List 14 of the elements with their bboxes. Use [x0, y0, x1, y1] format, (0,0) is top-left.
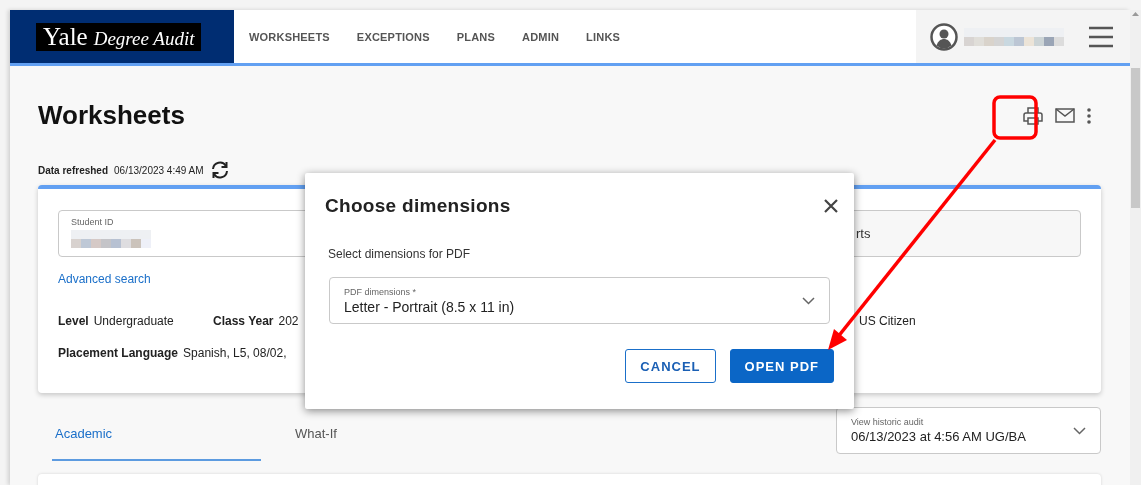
- page-title: Worksheets: [38, 100, 185, 131]
- dialog-title: Choose dimensions: [325, 195, 511, 217]
- info-value: Spanish, L5, 08/02,: [183, 346, 287, 360]
- info-value: 202: [278, 314, 299, 328]
- info-label: Placement Language: [58, 346, 179, 360]
- info-label: Level: [58, 314, 89, 328]
- logo-brand: Yale: [43, 22, 88, 51]
- dialog-prompt: Select dimensions for PDF: [328, 247, 472, 261]
- info-label: Class Year: [213, 314, 274, 328]
- info-value: US Citizen: [859, 314, 917, 328]
- refresh-timestamp: 06/13/2023 4:49 AM: [114, 164, 204, 176]
- info-value: Undergraduate: [93, 314, 174, 328]
- logo-product: Degree Audit: [93, 27, 195, 50]
- refresh-label: Data refreshed: [38, 164, 109, 176]
